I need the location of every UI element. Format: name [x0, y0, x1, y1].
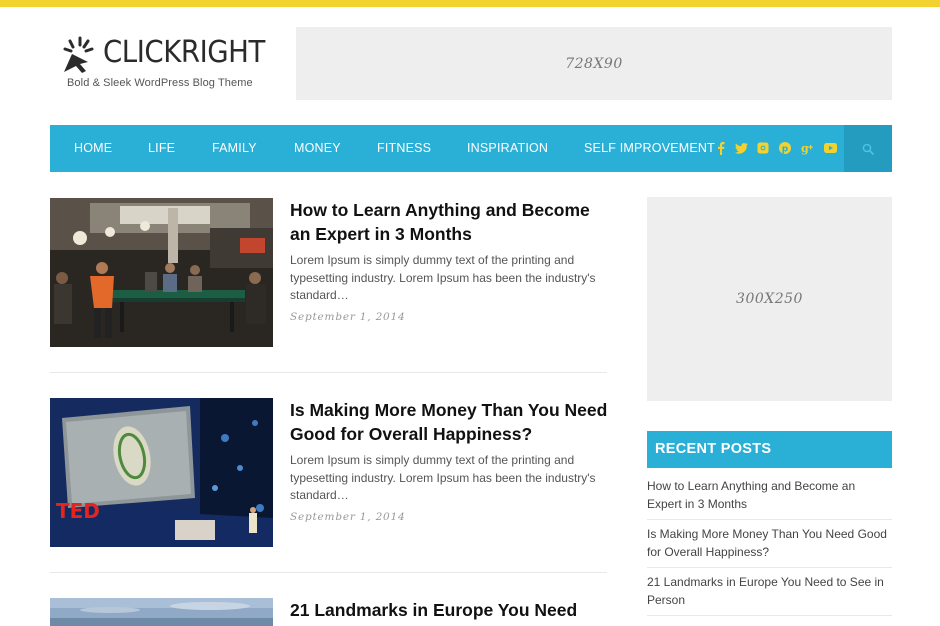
leaderboard-ad[interactable]: 728X90	[296, 27, 892, 100]
nav-item-life[interactable]: LIFE	[148, 125, 175, 172]
post-excerpt: Lorem Ipsum is simply dummy text of the …	[290, 453, 596, 502]
post-card: TED Is Making More Money Than You Need G…	[50, 398, 610, 548]
instagram-icon[interactable]	[756, 141, 770, 155]
site-logo[interactable]: CLICKRIGHT Bold & Sleek WordPress Blog T…	[58, 32, 268, 94]
logo-tagline: Bold & Sleek WordPress Blog Theme	[67, 77, 253, 89]
recent-post-divider	[647, 615, 892, 616]
post-card: How to Learn Anything and Become an Expe…	[50, 198, 610, 348]
post-title[interactable]: How to Learn Anything and Become an Expe…	[290, 198, 610, 246]
nav-item-inspiration[interactable]: INSPIRATION	[467, 125, 548, 172]
post-thumbnail[interactable]	[50, 598, 273, 626]
recent-posts-heading: RECENT POSTS	[647, 431, 892, 468]
post-divider	[50, 572, 607, 573]
top-accent-bar	[0, 0, 940, 7]
logo-text: CLICKRIGHT	[103, 35, 265, 70]
recent-post-divider	[647, 567, 892, 568]
svg-text:TED: TED	[56, 499, 100, 523]
youtube-icon[interactable]	[823, 141, 837, 155]
svg-text:g: g	[801, 142, 809, 155]
recent-post-divider	[647, 519, 892, 520]
post-title[interactable]: 21 Landmarks in Europe You Need	[290, 598, 610, 622]
recent-post-link[interactable]: How to Learn Anything and Become an Expe…	[647, 477, 892, 513]
main-nav: HOME LIFE FAMILY MONEY FITNESS INSPIRATI…	[50, 125, 892, 172]
recent-post-link[interactable]: 21 Landmarks in Europe You Need to See i…	[647, 573, 892, 609]
search-icon	[862, 143, 874, 155]
post-excerpt: Lorem Ipsum is simply dummy text of the …	[290, 253, 596, 302]
post-thumbnail[interactable]: TED	[50, 398, 273, 547]
post-date: September 1, 2014	[290, 511, 406, 523]
post-date: September 1, 2014	[290, 311, 406, 323]
post-card: 21 Landmarks in Europe You Need	[50, 598, 610, 626]
google-plus-icon[interactable]: g	[800, 141, 814, 155]
facebook-icon[interactable]	[714, 141, 728, 155]
twitter-icon[interactable]	[734, 141, 748, 155]
nav-item-home[interactable]: HOME	[74, 125, 112, 172]
sidebar-ad-label: 300X250	[736, 291, 803, 307]
svg-text:p: p	[782, 145, 789, 155]
post-title[interactable]: Is Making More Money Than You Need Good …	[290, 398, 610, 446]
search-button[interactable]	[844, 125, 892, 172]
sidebar-ad[interactable]: 300X250	[647, 197, 892, 401]
post-divider	[50, 372, 607, 373]
post-thumbnail[interactable]	[50, 198, 273, 347]
nav-item-self-improvement[interactable]: SELF IMPROVEMENT	[584, 125, 715, 172]
nav-item-money[interactable]: MONEY	[294, 125, 341, 172]
nav-item-fitness[interactable]: FITNESS	[377, 125, 431, 172]
cursor-burst-icon	[63, 36, 94, 73]
pinterest-icon[interactable]: p	[778, 141, 792, 155]
recent-post-link[interactable]: Is Making More Money Than You Need Good …	[647, 525, 892, 561]
leaderboard-ad-label: 728X90	[565, 55, 623, 72]
nav-item-family[interactable]: FAMILY	[212, 125, 257, 172]
